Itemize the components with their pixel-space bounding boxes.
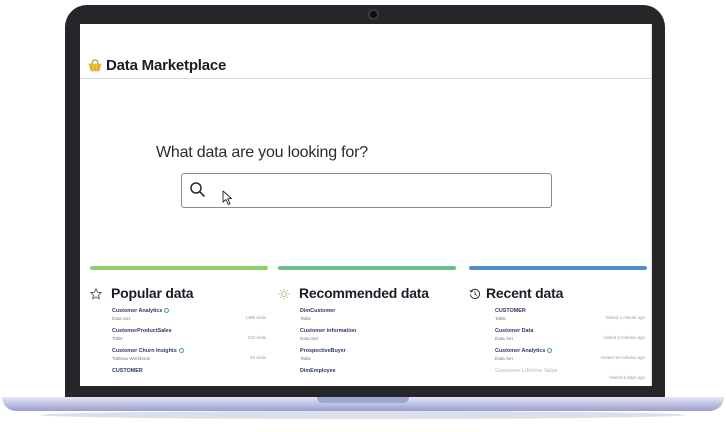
item-type: Data Set [112,316,130,321]
list-item[interactable]: Customer Churn Insights Tableau Workbook… [112,348,266,368]
list-fade [278,380,456,386]
app-header: Data Marketplace [80,54,652,79]
item-name: Customer Churn Insights [112,348,177,354]
recent-data-title: Recent data [486,285,564,301]
item-type: Tableau Workbook [112,356,150,361]
page-title: Data Marketplace [106,57,227,74]
app-screen: Data Marketplace What data are you looki… [80,24,652,386]
item-visits: 234 visits [247,335,266,340]
verified-icon [164,308,170,314]
item-visits: 1488 visits [245,315,266,320]
recommended-data-title: Recommended data [299,285,429,301]
laptop-notch [317,397,409,403]
list-fade [90,380,268,386]
search-prompt: What data are you looking for? [156,144,368,161]
recommended-data-list: DimCustomer Table Customer information D… [300,308,454,386]
list-item[interactable]: CUSTOMER Table Visited 1 minute ago [495,308,645,328]
item-name: Customer Analytics [112,308,163,314]
item-last-visited: Visited 2 minutes ago [603,335,645,340]
top-bar [80,24,652,54]
item-visits: 84 visits [250,355,266,360]
basket-logo-icon [88,59,102,72]
recent-accent-bar [469,266,647,270]
recent-data-panel: Recent data CUSTOMER Table Visited 1 min… [469,266,647,386]
item-last-visited: Visited 1 minute ago [605,315,645,320]
laptop-shadow [40,411,686,419]
star-icon [90,288,102,300]
search-input[interactable] [214,178,538,204]
history-icon [469,288,481,300]
recommended-accent-bar [278,266,456,270]
list-item[interactable]: Customer Analytics Data Set Visited 16 m… [495,348,645,368]
webcam [368,9,379,20]
verified-icon [547,348,553,354]
recent-data-list: CUSTOMER Table Visited 1 minute ago Cust… [495,308,645,386]
list-item[interactable]: CustomerProductSales Table 234 visits [112,328,266,348]
item-type: Table [112,336,123,341]
mouse-pointer-icon [222,190,232,205]
list-item[interactable]: ProspectiveBuyer Table [300,348,454,368]
search-box[interactable] [181,173,552,208]
item-type: Table [300,316,311,321]
search-icon [190,182,205,197]
item-name: Customer Analytics [495,348,546,354]
popular-accent-bar [90,266,268,270]
list-item[interactable]: DimCustomer Table [300,308,454,328]
lightbulb-icon [278,288,290,300]
popular-data-title: Popular data [111,285,194,301]
list-fade [469,380,647,386]
popular-data-panel: Popular data Customer Analytics Data Set… [90,266,268,386]
recommended-data-panel: Recommended data DimCustomer Table Custo… [278,266,456,386]
verified-icon [178,348,184,354]
list-item[interactable]: Customer information Data Set [300,328,454,348]
list-item[interactable]: Customer Data Data Set Visited 2 minutes… [495,328,645,348]
item-type: Data Set [300,336,318,341]
item-type: Table [300,356,311,361]
item-last-visited: Visited 16 minutes ago [600,355,645,360]
list-item[interactable]: Customer Analytics Data Set 1488 visits [112,308,266,328]
popular-data-list: Customer Analytics Data Set 1488 visits … [112,308,266,386]
